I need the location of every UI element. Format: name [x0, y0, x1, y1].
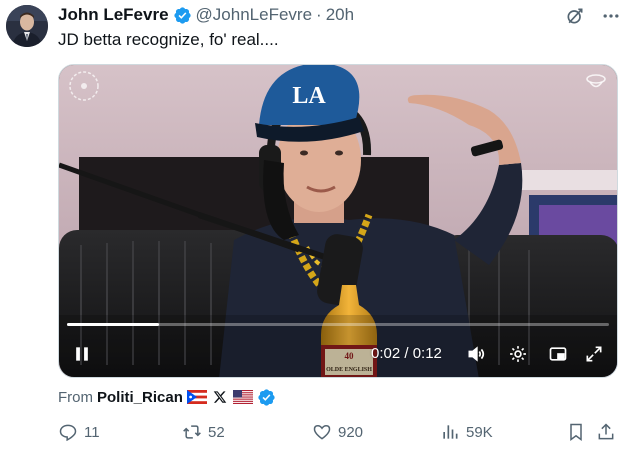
grok-icon[interactable]	[564, 5, 586, 27]
volume-icon[interactable]	[465, 343, 487, 365]
author-handle[interactable]: @JohnLeFevre	[196, 5, 313, 25]
views-count: 59K	[466, 423, 493, 441]
repost-button[interactable]: 52	[182, 420, 225, 444]
settings-icon[interactable]	[507, 343, 529, 365]
source-verified-badge-icon	[257, 388, 276, 407]
tweet-action-bar: 11 52 920 59K	[58, 420, 618, 444]
avatar-image	[6, 5, 48, 47]
bookmark-button[interactable]	[566, 420, 586, 444]
more-icon[interactable]	[600, 5, 622, 27]
bookmark-icon	[570, 423, 582, 441]
puerto-rico-flag-icon	[186, 390, 207, 404]
like-button[interactable]: 920	[312, 420, 363, 444]
tweet-timestamp[interactable]: 20h	[326, 5, 354, 25]
repost-count: 52	[208, 423, 225, 441]
views-button[interactable]: 59K	[440, 420, 493, 444]
verified-badge-icon	[173, 6, 192, 25]
channel-watermark-icon	[67, 69, 101, 103]
us-flag-icon	[232, 390, 253, 404]
video-controls: 0:02 / 0:12	[59, 333, 617, 377]
picture-in-picture-icon[interactable]	[547, 343, 569, 365]
video-progress-fill	[67, 323, 160, 326]
header-separator: ·	[316, 5, 322, 24]
author-avatar[interactable]	[6, 5, 48, 47]
author-display-name[interactable]: John LeFevre	[58, 5, 169, 25]
pause-icon[interactable]	[71, 343, 93, 365]
podcast-watermark-icon	[583, 69, 609, 95]
cap-logo-text: LA	[292, 83, 326, 109]
tweet-top-actions	[564, 5, 622, 27]
tweet-text: JD betta recognize, fo' real....	[58, 30, 279, 49]
repost-icon	[183, 425, 201, 439]
tweet-header: John LeFevre @JohnLeFevre · 20h	[58, 4, 354, 26]
video-attribution: From Politi_Rican	[58, 386, 276, 408]
share-button[interactable]	[596, 420, 616, 444]
video-progress-bar[interactable]	[67, 323, 609, 326]
fullscreen-icon[interactable]	[583, 343, 605, 365]
like-count: 920	[338, 423, 364, 441]
video-frame: LA 40 OLDE ENGLISH	[59, 65, 617, 377]
tweet: John LeFevre @JohnLeFevre · 20h JD betta…	[0, 0, 634, 451]
reply-icon	[59, 424, 77, 442]
attribution-source-name[interactable]: Politi_Rican	[97, 389, 183, 406]
share-icon	[598, 423, 614, 440]
reply-button[interactable]: 11	[58, 420, 100, 444]
video-player[interactable]: LA 40 OLDE ENGLISH	[58, 64, 618, 378]
views-icon	[443, 425, 458, 439]
x-logo-icon	[213, 390, 227, 404]
reply-count: 11	[84, 423, 100, 441]
heart-icon	[313, 424, 331, 440]
video-time-readout: 0:02 / 0:12	[371, 345, 442, 362]
attribution-from-label: From	[58, 388, 93, 406]
